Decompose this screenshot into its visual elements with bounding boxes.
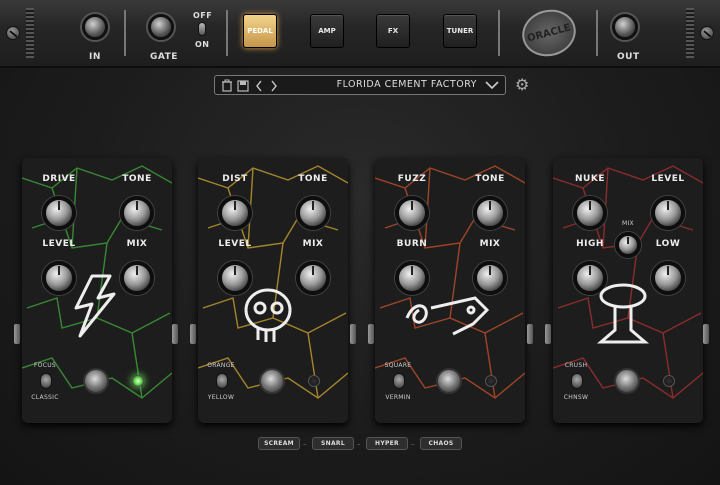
divider: [124, 10, 126, 56]
cable-jack: [545, 324, 551, 344]
mode-button-tuner[interactable]: TUNER: [443, 14, 477, 48]
led-indicator: [663, 375, 675, 387]
preset-bar: FLORIDA CEMENT FACTORY: [214, 75, 506, 95]
preset-name[interactable]: FLORIDA CEMENT FACTORY: [337, 79, 477, 90]
switch-top-label: SQUARE: [384, 362, 412, 369]
switch-bottom-label: YELLOW: [207, 394, 235, 401]
cable-jack: [527, 324, 533, 344]
chain-separator: –: [303, 440, 307, 448]
gear-icon[interactable]: ⚙: [515, 75, 529, 94]
gate-on-label: ON: [195, 40, 210, 49]
output-knob[interactable]: [612, 14, 638, 40]
cable-jack: [190, 324, 196, 344]
switch-bottom-label: VERMIN: [385, 394, 411, 401]
footswitch[interactable]: [436, 368, 462, 394]
gate-toggle[interactable]: [198, 22, 206, 36]
pedal-1: DRIVE TONE LEVEL MIX FOCUS CLASSIC: [22, 158, 172, 423]
mode-switch[interactable]: [393, 373, 405, 389]
switch-top-label: CRUSH: [564, 362, 588, 369]
footswitch[interactable]: [614, 368, 640, 394]
cable-jack: [350, 324, 356, 344]
switch-top-label: FOCUS: [33, 362, 57, 369]
footswitch[interactable]: [259, 368, 285, 394]
screw-icon: [6, 26, 20, 40]
gate-label: GATE: [150, 52, 178, 62]
oracle-logo: ORACLE: [516, 3, 582, 63]
top-bar: IN GATE OFF ON PEDAL AMP FX TUNER ORACLE…: [0, 0, 720, 68]
gate-off-label: OFF: [193, 11, 213, 20]
cable-jack: [172, 324, 178, 344]
led-indicator: [132, 375, 144, 387]
chevron-down-icon[interactable]: [485, 81, 499, 90]
chevron-right-icon[interactable]: [270, 80, 278, 92]
cable-jack: [368, 324, 374, 344]
mode-button-fx[interactable]: FX: [376, 14, 410, 48]
grill-decoration: [26, 8, 34, 58]
led-indicator: [308, 375, 320, 387]
cable-jack: [703, 324, 709, 344]
pedal-2: DIST TONE LEVEL MIX ORANGE YELLOW: [198, 158, 348, 423]
trash-icon[interactable]: [221, 79, 233, 92]
switch-bottom-label: CLASSIC: [31, 394, 59, 401]
gate-knob[interactable]: [148, 14, 174, 40]
mode-switch[interactable]: [216, 373, 228, 389]
chain-separator: –: [411, 440, 415, 448]
save-icon[interactable]: [237, 79, 249, 92]
led-indicator: [485, 375, 497, 387]
footswitch[interactable]: [83, 368, 109, 394]
mode-button-pedal[interactable]: PEDAL: [243, 14, 277, 48]
divider: [226, 10, 228, 56]
chain-button-chaos[interactable]: CHAOS: [420, 437, 462, 450]
switch-bottom-label: CHNSW: [563, 394, 589, 401]
output-label: OUT: [617, 52, 640, 62]
divider: [498, 10, 500, 56]
pedal-4: NUKE LEVEL HIGH LOW MIX CRUSH CHNSW: [553, 158, 703, 423]
input-label: IN: [89, 52, 101, 62]
mode-switch[interactable]: [40, 373, 52, 389]
cable-jack: [14, 324, 20, 344]
divider: [596, 10, 598, 56]
pedal-3: FUZZ TONE BURN MIX SQUARE VERMIN: [375, 158, 525, 423]
switch-top-label: ORANGE: [207, 362, 235, 369]
grill-decoration: [686, 8, 694, 58]
chain-separator: –: [357, 440, 361, 448]
chain-button-hyper[interactable]: HYPER: [366, 437, 408, 450]
mode-button-amp[interactable]: AMP: [310, 14, 344, 48]
chain-button-scream[interactable]: SCREAM: [258, 437, 300, 450]
chevron-left-icon[interactable]: [255, 80, 263, 92]
mode-switch[interactable]: [571, 373, 583, 389]
input-knob[interactable]: [82, 14, 108, 40]
chain-button-snarl[interactable]: SNARL: [312, 437, 354, 450]
screw-icon: [700, 26, 714, 40]
